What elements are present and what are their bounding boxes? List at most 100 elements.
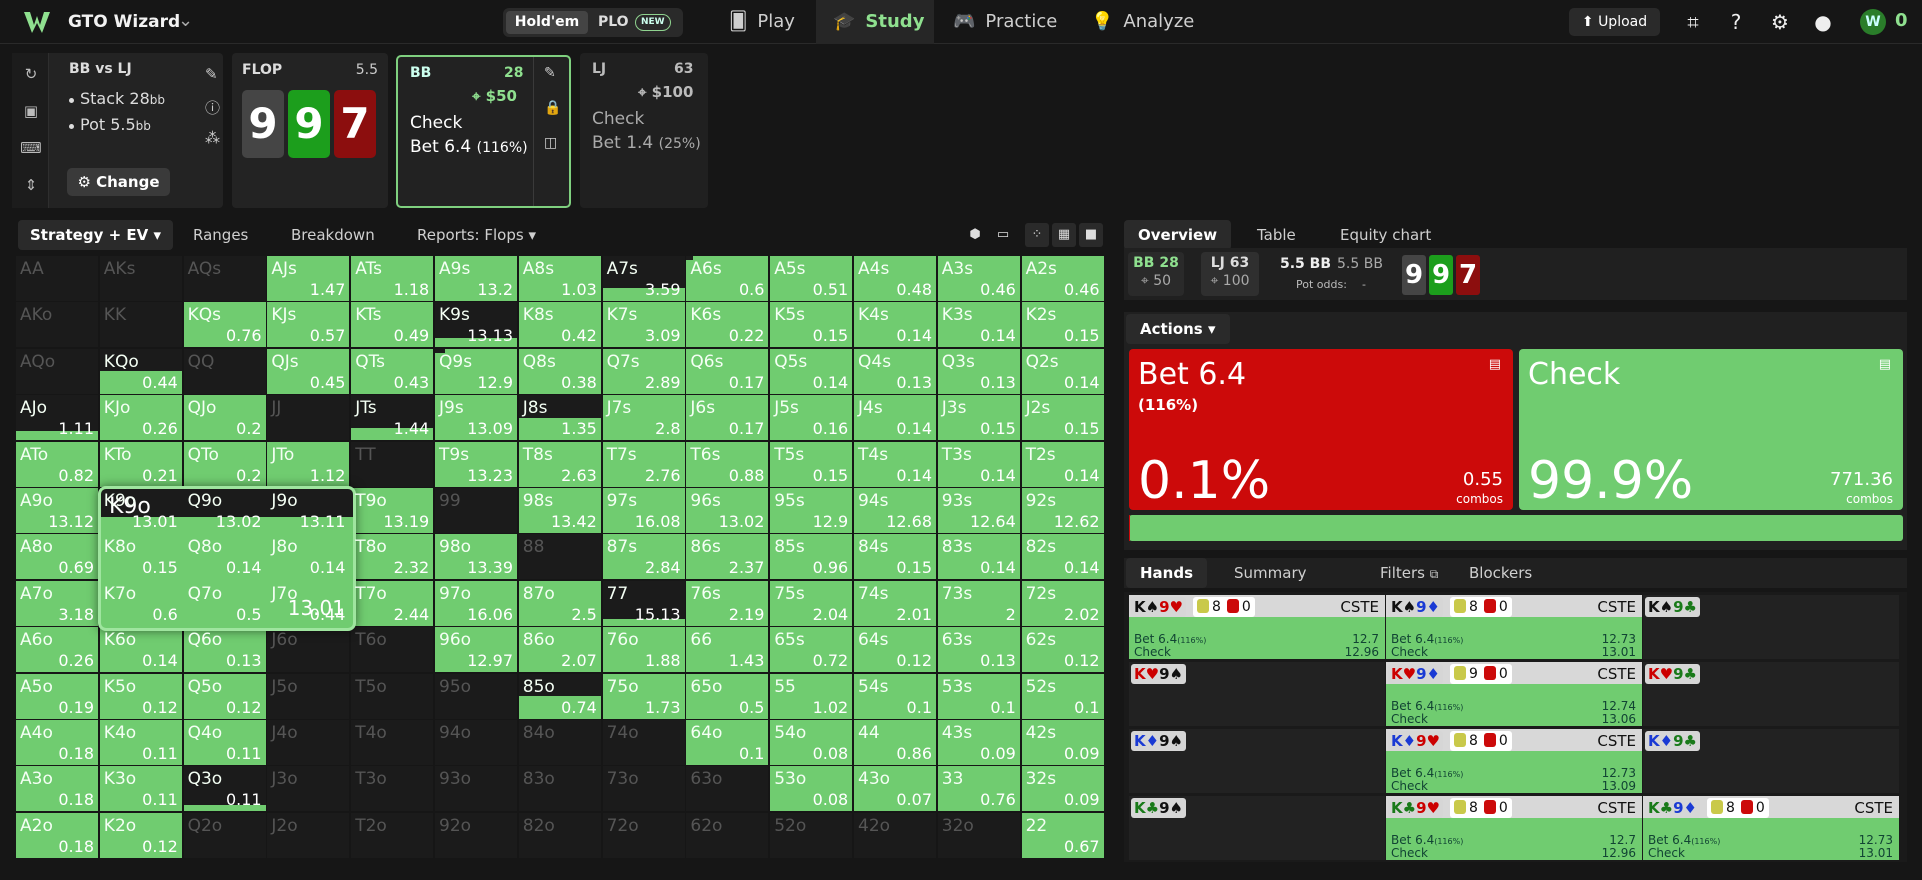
grid-cell[interactable]: T8o 2.32 xyxy=(351,534,434,580)
grid-cell[interactable]: TT xyxy=(351,441,434,487)
grid-cell[interactable]: A8s 1.03 xyxy=(518,256,601,301)
grid-cell[interactable]: 92s 12.62 xyxy=(1021,488,1104,533)
grid-cell[interactable]: K8s 0.42 xyxy=(518,302,601,348)
grid-cell[interactable]: T3s 0.14 xyxy=(937,441,1020,487)
grid-cell[interactable]: 98o 13.39 xyxy=(435,534,517,580)
grid-cell[interactable]: 63o xyxy=(686,766,769,812)
grid-cell[interactable]: ATs 1.18 xyxy=(351,256,434,301)
grid-cell[interactable]: T2s 0.14 xyxy=(1021,441,1104,487)
save-icon[interactable]: ▣ xyxy=(20,100,42,122)
grid-cell[interactable]: A9o 13.12 xyxy=(16,488,98,533)
tab-filters[interactable]: Filters ⧉ xyxy=(1380,558,1438,588)
grid-cell[interactable]: Q2o xyxy=(183,812,266,858)
grid-cell[interactable]: T7o 2.44 xyxy=(351,580,434,626)
grid-cell[interactable]: A8o 0.69 xyxy=(16,534,98,580)
reset-icon[interactable]: ↻ xyxy=(20,63,42,85)
grid-cell[interactable]: 75o 1.73 xyxy=(602,673,685,719)
grid-cell[interactable]: 54o 0.08 xyxy=(770,720,853,765)
tab-reports[interactable]: Reports: Flops ▾ xyxy=(417,220,536,250)
grid-cell[interactable]: ATo 0.82 xyxy=(16,441,98,487)
grid-cell[interactable]: 76s 2.19 xyxy=(686,580,769,626)
grid-cell[interactable]: 94o xyxy=(435,720,517,765)
grid-cell[interactable]: QQ xyxy=(183,348,266,394)
compare-icon[interactable]: ◫ xyxy=(544,135,557,151)
flop-panel[interactable]: FLOP 5.5 9 9 7 xyxy=(232,53,388,208)
grid-cell[interactable]: Q9s 12.9 xyxy=(435,348,517,394)
grid-cell[interactable]: 42o xyxy=(854,812,936,858)
nav-analyze[interactable]: 💡 Analyze xyxy=(1091,0,1194,44)
grid-cell[interactable]: 96s 13.02 xyxy=(686,488,769,533)
grid-cell[interactable]: A9s 13.2 xyxy=(435,256,517,301)
grid-cell[interactable]: T6s 0.88 xyxy=(686,441,769,487)
plo-toggle[interactable]: PLO xyxy=(598,11,629,34)
brand-name[interactable]: GTO Wizard xyxy=(68,12,180,32)
grid-cell[interactable]: AQs xyxy=(183,256,266,301)
grid-cell[interactable]: 85s 0.96 xyxy=(770,534,853,580)
grid-cell[interactable]: Q7s 2.89 xyxy=(602,348,685,394)
grid-cell[interactable]: T3o xyxy=(351,766,434,812)
grid-cell[interactable]: QJo 0.2 xyxy=(183,395,266,441)
holdem-toggle[interactable]: Hold'em xyxy=(506,11,588,34)
grid-cell[interactable]: K2o 0.12 xyxy=(99,812,182,858)
hand-combo-cell[interactable]: K♠9♦ 8 0 CSTE Bet 6.4(116%) Check 12.73 13.01 xyxy=(1386,595,1642,659)
grid-cell[interactable]: J9s 13.09 xyxy=(435,395,517,441)
grid-small-icon[interactable]: ⁘ xyxy=(1025,223,1049,247)
grid-cell[interactable]: 52o xyxy=(770,812,853,858)
tab-equity-chart[interactable]: Equity chart xyxy=(1340,220,1431,250)
grid-cell[interactable]: K3s 0.14 xyxy=(937,302,1020,348)
grid-cell[interactable]: Q6o 0.13 xyxy=(183,627,266,673)
hand-combo-cell[interactable]: K♦9♥ 8 0 CSTE Bet 6.4(116%) Check 12.73 13.09 xyxy=(1386,729,1642,793)
hand-combo-cell[interactable]: K♠9♥ 8 0 CSTE Bet 6.4(116%) Check 12.7 12.96 xyxy=(1129,595,1385,659)
chevron-down-icon[interactable]: ⌄ xyxy=(178,10,193,31)
grid-cell[interactable]: T8s 2.63 xyxy=(518,441,601,487)
grid-cell[interactable]: KK xyxy=(99,302,182,348)
grid-cell[interactable]: 92o xyxy=(435,812,517,858)
grid-cell[interactable]: 98s 13.42 xyxy=(518,488,601,533)
bb-action-check[interactable]: Check xyxy=(410,113,462,133)
grid-cell[interactable]: Q6s 0.17 xyxy=(686,348,769,394)
grid-cell[interactable]: K7s 3.09 xyxy=(602,302,685,348)
grid-cell[interactable]: 97o 16.06 xyxy=(435,580,517,626)
grid-cell[interactable]: 87s 2.84 xyxy=(602,534,685,580)
grid-cell[interactable]: J8s 1.35 xyxy=(518,395,601,441)
hand-combo-cell[interactable]: K♦9♣ xyxy=(1643,729,1899,793)
actions-dropdown[interactable]: Actions ▾ xyxy=(1126,314,1230,344)
hand-combo-cell[interactable]: K♠9♣ xyxy=(1643,595,1899,659)
lj-action-column[interactable]: LJ 63 ⌖ $100 Check Bet 1.4 (25%) xyxy=(580,53,708,208)
grid-cell[interactable]: 53s 0.1 xyxy=(937,673,1020,719)
details-icon[interactable]: ▤ xyxy=(1489,357,1501,372)
hand-combo-cell[interactable]: K♣9♦ 8 0 CSTE Bet 6.4(116%) Check 12.73 13.01 xyxy=(1643,796,1899,860)
grid-cell[interactable]: J2s 0.15 xyxy=(1021,395,1104,441)
grid-cell[interactable]: 65o 0.5 xyxy=(686,673,769,719)
grid-cell[interactable]: 55 1.02 xyxy=(770,673,853,719)
change-button[interactable]: ⚙ Change xyxy=(67,168,170,196)
grid-cell[interactable]: Q4o 0.11 xyxy=(183,720,266,765)
grid-cell[interactable]: 66 1.43 xyxy=(686,627,769,673)
grid-cell[interactable]: Q4s 0.13 xyxy=(854,348,936,394)
grid-cell[interactable]: 82o xyxy=(518,812,601,858)
grid-cell[interactable]: K6o 0.14 xyxy=(99,627,182,673)
help-icon[interactable]: ? xyxy=(1724,10,1748,34)
grid-cell[interactable]: J4s 0.14 xyxy=(854,395,936,441)
grid-cell[interactable]: 84o xyxy=(518,720,601,765)
grid-cell[interactable]: T4s 0.14 xyxy=(854,441,936,487)
grid-cell[interactable]: A3o 0.18 xyxy=(16,766,98,812)
grid-cell[interactable]: 82s 0.14 xyxy=(1021,534,1104,580)
grid-cell[interactable]: 76o 1.88 xyxy=(602,627,685,673)
grid-cell[interactable]: 44 0.86 xyxy=(854,720,936,765)
grid-cell[interactable]: 63s 0.13 xyxy=(937,627,1020,673)
hand-combo-cell[interactable]: K♣9♥ 8 0 CSTE Bet 6.4(116%) Check 12.7 12.96 xyxy=(1386,796,1642,860)
tab-hands[interactable]: Hands xyxy=(1126,558,1208,588)
grid-cell[interactable]: AKo xyxy=(16,302,98,348)
nav-practice[interactable]: 🎮 Practice xyxy=(953,0,1057,44)
bb-action-column[interactable]: BB 28 ⌖ $50 Check Bet 6.4 (116%) ✎ 🔒 ◫ xyxy=(396,55,571,208)
grid-cell[interactable]: 62s 0.12 xyxy=(1021,627,1104,673)
grid-cell[interactable]: J6o xyxy=(267,627,350,673)
grid-cell[interactable]: 72s 2.02 xyxy=(1021,580,1104,626)
grid-cell[interactable]: Q5s 0.14 xyxy=(770,348,853,394)
tab-table[interactable]: Table xyxy=(1257,220,1296,250)
grid-cell[interactable]: J3o xyxy=(267,766,350,812)
grid-cell[interactable]: KJo 0.26 xyxy=(99,395,182,441)
grid-cell[interactable]: A5s 0.51 xyxy=(770,256,853,301)
info-icon[interactable]: ⓘ xyxy=(205,97,220,118)
